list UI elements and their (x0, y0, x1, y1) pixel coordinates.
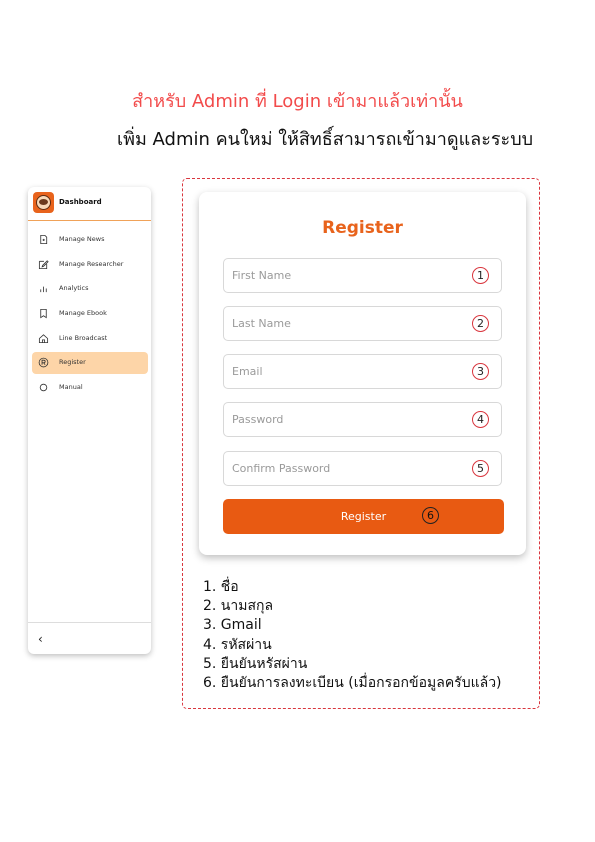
first-name-input[interactable] (232, 259, 462, 292)
confirm-password-input[interactable] (232, 452, 462, 485)
step-number-badge: 5 (472, 460, 489, 477)
home-icon (38, 334, 49, 344)
logo-icon (33, 192, 54, 213)
list-item: 6. ยืนยันการลงทะเบียน (เมื่อกรอกข้อมูลคร… (203, 675, 502, 692)
step-number-badge: 1 (472, 267, 489, 284)
step-number-badge: 2 (472, 315, 489, 332)
list-item: 5. ยืนยันหรัสผ่าน (203, 655, 308, 672)
sidebar-item-label: Analytics (59, 284, 89, 292)
list-item: 4. รหัสผ่าน (203, 636, 272, 653)
register-button-label: Register (340, 510, 387, 523)
sidebar-item-line-broadcast[interactable]: Line Broadcast (32, 328, 148, 350)
list-item: 3. Gmail (203, 617, 262, 634)
sidebar-item-manage-researcher[interactable]: Manage Researcher (32, 254, 148, 276)
sidebar-item-label: Manage Ebook (59, 309, 107, 317)
step-number-badge: 3 (472, 363, 489, 380)
password-field[interactable]: 4 (223, 402, 502, 437)
sidebar-item-manage-ebook[interactable]: Manage Ebook (32, 303, 148, 325)
sidebar-divider (28, 622, 151, 623)
sidebar-item-register[interactable]: Register (32, 352, 148, 374)
first-name-field[interactable]: 1 (223, 258, 502, 293)
last-name-input[interactable] (232, 307, 462, 340)
register-button[interactable]: Register 6 (223, 499, 504, 534)
password-input[interactable] (232, 403, 462, 436)
sidebar-item-label: Line Broadcast (59, 334, 108, 342)
step-number-badge: 4 (472, 411, 489, 428)
form-title: Register (322, 218, 403, 238)
register-card: Register 1 2 3 4 5 Register 6 (199, 192, 526, 555)
sidebar-item-manage-news[interactable]: Manage News (32, 229, 148, 251)
registered-icon (38, 357, 49, 368)
list-item: 1. ชื่อ (203, 579, 239, 595)
sidebar: Dashboard Manage News Manage Researcher … (28, 187, 151, 654)
sidebar-title[interactable]: Dashboard (59, 198, 102, 206)
field-notes-list: 1. ชื่อ 2. นามสกุล 3. Gmail 4. รหัสผ่าน … (203, 578, 502, 693)
sidebar-header: Dashboard (28, 187, 151, 221)
sidebar-item-label: Manage Researcher (59, 260, 124, 268)
sidebar-item-label: Manual (59, 383, 83, 391)
step-number-badge: 6 (422, 507, 439, 524)
admin-only-heading: สำหรับ Admin ที่ Login เข้ามาแล้วเท่านั้… (132, 91, 463, 112)
sidebar-item-manual[interactable]: Manual (32, 377, 148, 399)
sidebar-item-label: Register (59, 358, 86, 366)
add-admin-heading: เพิ่ม Admin คนใหม่ ให้สิทธิ์สามารถเข้ามา… (116, 129, 534, 150)
sidebar-item-analytics[interactable]: Analytics (32, 278, 148, 300)
bookmark-icon (40, 308, 47, 319)
bar-chart-icon (40, 286, 47, 293)
edit-icon (38, 260, 49, 270)
news-icon (40, 234, 48, 245)
email-input[interactable] (232, 355, 462, 388)
confirm-password-field[interactable]: 5 (223, 451, 502, 486)
circle-icon (39, 383, 48, 392)
collapse-button[interactable]: ‹ (38, 632, 43, 646)
list-item: 2. นามสกุล (203, 598, 274, 615)
email-field[interactable]: 3 (223, 354, 502, 389)
sidebar-item-label: Manage News (59, 235, 105, 243)
last-name-field[interactable]: 2 (223, 306, 502, 341)
